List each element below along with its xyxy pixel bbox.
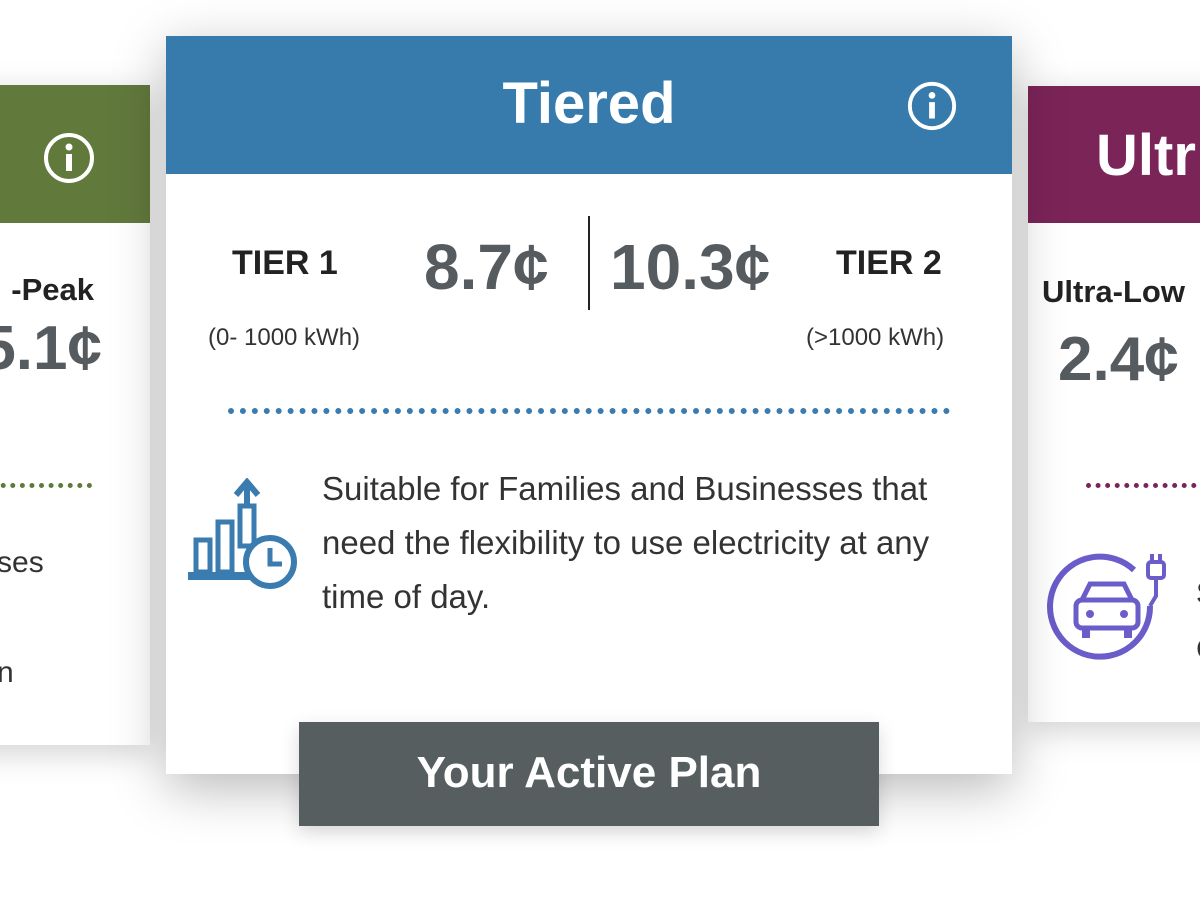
plan-card-right-price: 2.4¢ [1058,324,1200,420]
tier-2-range: (>1000 kWh) [806,324,945,351]
plan-card-left-title: -Peak [11,272,94,307]
description-line: when [0,656,14,689]
tier-separator [588,216,590,310]
plan-card-tiered-header: Tiered [166,36,1012,174]
plan-card-tiered-description: Suitable for Families and Businesses tha… [322,462,1012,624]
tier-2-label: TIER 2 [836,244,942,282]
plan-card-left-price: 5.1¢ [0,314,102,383]
plan-title: Tiered [502,71,676,136]
ev-charging-car-icon [1046,548,1176,673]
plan-card-tiered[interactable]: Tiered TIER 1 8.7¢ (0- 1000 kWh) 10.3¢ T… [166,36,1012,774]
plan-card-left[interactable]: -Peak 5.1¢ inesses city when [0,85,150,745]
plan-card-left-description: inesses city when [0,535,122,700]
tier-1-label: TIER 1 [232,244,338,282]
description-line: city [0,590,122,645]
description-line: inesses [0,546,44,579]
description-line: Suitable for Families and Businesses tha… [322,470,928,507]
plan-card-right-header-title: Ultr [1096,123,1196,188]
tier-2-price: 10.3¢ [610,231,771,303]
info-icon[interactable] [906,80,958,137]
plan-card-left-divider [0,483,92,488]
description-line: S [1196,566,1200,622]
plan-card-right-divider [1086,483,1200,488]
plan-card-right-description: S C [1196,566,1200,678]
plan-card-tiered-divider [228,408,950,414]
description-line: C [1196,622,1200,678]
active-plan-button[interactable]: Your Active Plan [299,722,879,826]
description-line: time of day. [322,578,491,615]
growth-clock-icon [184,477,304,603]
plan-card-right[interactable]: Ultr Ultra-Low 2.4¢ S C [1028,86,1200,722]
plan-card-right-title: Ultra-Low [1042,274,1185,309]
tier-1-range: (0- 1000 kWh) [208,324,361,351]
info-icon[interactable] [42,131,96,190]
tier-1-price: 8.7¢ [424,231,549,303]
description-line: need the flexibility to use electricity … [322,524,930,561]
